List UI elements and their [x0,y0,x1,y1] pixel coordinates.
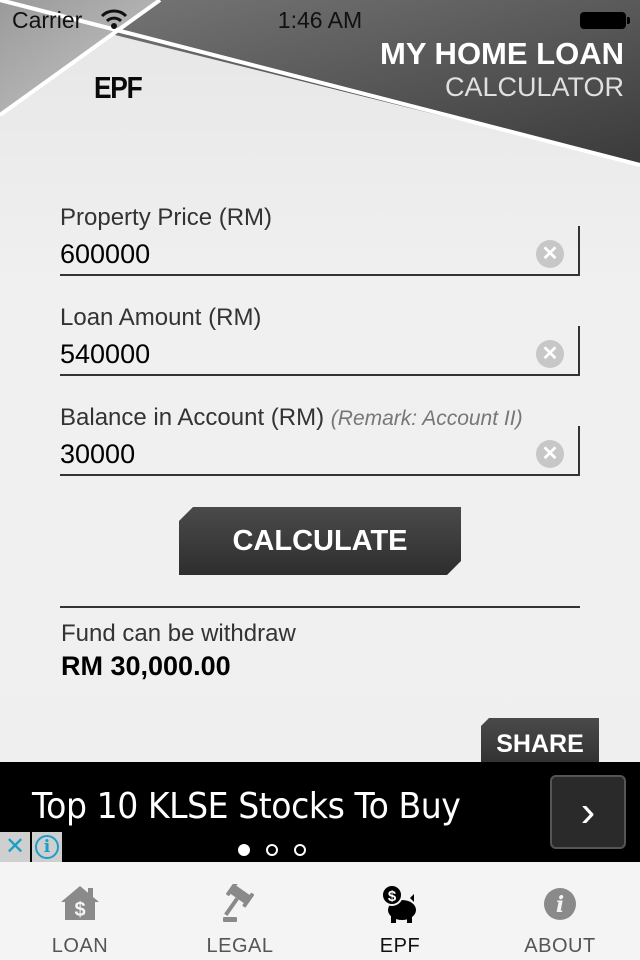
svg-text:$: $ [388,888,397,905]
tab-legal-label: LEGAL [206,935,274,957]
house-dollar-icon: $ [61,886,99,921]
info-icon: i [35,835,59,859]
tab-loan-label: LOAN [51,935,109,957]
property-price-input-wrap: ✕ [60,226,580,276]
property-price-label: Property Price (RM) [60,204,273,231]
calculate-button[interactable]: CALCULATE [179,507,461,575]
app-subtitle: CALCULATOR [444,72,624,102]
result-value: RM 30,000.00 [61,651,231,681]
svg-text:$: $ [74,899,85,921]
result-divider [60,606,580,608]
ad-page-dot[interactable] [238,844,250,856]
ad-headline[interactable]: Top 10 KLSE Stocks To Buy [32,786,461,827]
ad-banner[interactable]: Top 10 KLSE Stocks To Buy › ✕ i [0,762,640,862]
ad-next-button[interactable]: › [550,775,626,849]
clear-loan-amount-button[interactable]: ✕ [536,340,564,368]
ad-info-button[interactable]: i [32,832,62,862]
app-title: MY HOME LOAN [380,36,624,71]
tab-bar: $ LOAN LEGAL $ EPF i ABOUT [0,862,640,960]
status-bar: Carrier 1:46 AM [0,0,640,40]
tab-loan[interactable]: $ LOAN [0,862,160,960]
svg-text:i: i [556,892,564,918]
balance-field: Balance in Account (RM) (Remark: Account… [60,404,580,476]
result-label: Fund can be withdraw [61,620,296,647]
loan-amount-field: Loan Amount (RM) ✕ [60,304,580,376]
tab-epf[interactable]: $ EPF [320,862,480,960]
ad-page-dot[interactable] [266,844,278,856]
balance-input-wrap: ✕ [60,426,580,476]
page-title: EPF [94,70,143,105]
tab-about[interactable]: i ABOUT [480,862,640,960]
ad-close-button[interactable]: ✕ [0,832,30,862]
property-price-input[interactable] [60,234,530,274]
gavel-icon [223,884,255,922]
battery-tip [627,17,630,24]
balance-remark: (Remark: Account II) [330,407,523,430]
balance-input[interactable] [60,434,530,474]
clear-balance-button[interactable]: ✕ [536,440,564,468]
info-icon: i [544,888,576,920]
battery-icon [580,12,626,29]
piggy-bank-icon: $ [381,884,416,923]
loan-amount-label: Loan Amount (RM) [60,304,262,331]
tab-epf-label: EPF [379,935,421,957]
property-price-field: Property Price (RM) ✕ [60,204,580,276]
clear-property-price-button[interactable]: ✕ [536,240,564,268]
clock: 1:46 AM [277,7,363,33]
loan-amount-input-wrap: ✕ [60,326,580,376]
loan-amount-input[interactable] [60,334,530,374]
ad-page-dot[interactable] [294,844,306,856]
balance-label: Balance in Account (RM) (Remark: Account… [60,404,523,431]
ad-pagination [238,844,306,856]
tab-about-label: ABOUT [524,935,596,957]
tab-legal[interactable]: LEGAL [160,862,320,960]
